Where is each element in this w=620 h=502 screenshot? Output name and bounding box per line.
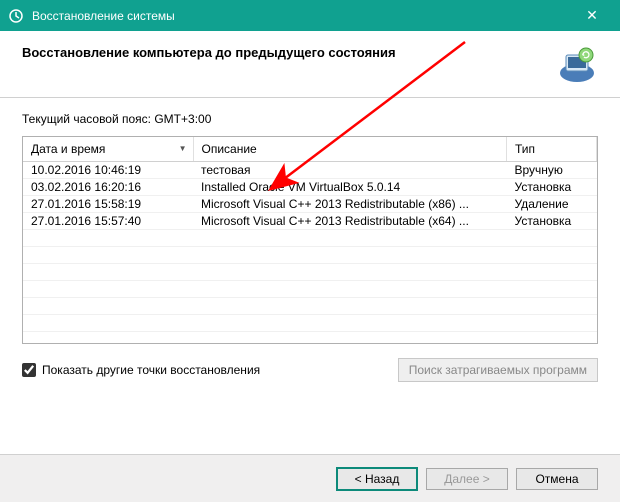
show-more-checkbox[interactable]: Показать другие точки восстановления xyxy=(22,363,398,377)
restore-icon xyxy=(8,8,24,24)
page-heading: Восстановление компьютера до предыдущего… xyxy=(22,45,548,60)
table-row xyxy=(23,298,597,315)
wizard-button-bar: < Назад Далее > Отмена xyxy=(0,454,620,502)
close-button[interactable]: ✕ xyxy=(572,0,612,31)
next-button[interactable]: Далее > xyxy=(426,468,508,490)
back-button[interactable]: < Назад xyxy=(336,467,418,491)
cell-type: Удаление xyxy=(507,196,597,213)
timezone-label: Текущий часовой пояс: GMT+3:00 xyxy=(22,112,598,126)
cell-date: 10.02.2016 10:46:19 xyxy=(23,162,193,179)
window-title: Восстановление системы xyxy=(32,9,572,23)
scan-affected-button[interactable]: Поиск затрагиваемых программ xyxy=(398,358,598,382)
col-header-type[interactable]: Тип xyxy=(507,137,597,162)
col-header-date[interactable]: Дата и время▼ xyxy=(23,137,193,162)
cell-date: 03.02.2016 16:20:16 xyxy=(23,179,193,196)
content-area: Текущий часовой пояс: GMT+3:00 Дата и вр… xyxy=(0,98,620,390)
cell-desc: тестовая xyxy=(193,162,507,179)
table-row[interactable]: 03.02.2016 16:20:16Installed Oracle VM V… xyxy=(23,179,597,196)
cell-desc: Microsoft Visual C++ 2013 Redistributabl… xyxy=(193,196,507,213)
show-more-checkbox-label: Показать другие точки восстановления xyxy=(42,363,260,377)
table-row xyxy=(23,264,597,281)
table-row xyxy=(23,315,597,332)
cell-desc: Microsoft Visual C++ 2013 Redistributabl… xyxy=(193,213,507,230)
cell-type: Вручную xyxy=(507,162,597,179)
cell-type: Установка xyxy=(507,179,597,196)
cell-date: 27.01.2016 15:58:19 xyxy=(23,196,193,213)
table-row[interactable]: 27.01.2016 15:58:19Microsoft Visual C++ … xyxy=(23,196,597,213)
cell-date: 27.01.2016 15:57:40 xyxy=(23,213,193,230)
cancel-button[interactable]: Отмена xyxy=(516,468,598,490)
system-restore-icon xyxy=(556,45,598,87)
table-row[interactable]: 10.02.2016 10:46:19тестоваяВручную xyxy=(23,162,597,179)
restore-points-table[interactable]: Дата и время▼ Описание Тип 10.02.2016 10… xyxy=(22,136,598,344)
table-row xyxy=(23,247,597,264)
table-row xyxy=(23,230,597,247)
table-row xyxy=(23,281,597,298)
wizard-header: Восстановление компьютера до предыдущего… xyxy=(0,31,620,98)
col-header-desc[interactable]: Описание xyxy=(193,137,507,162)
show-more-checkbox-input[interactable] xyxy=(22,363,36,377)
titlebar: Восстановление системы ✕ xyxy=(0,0,620,31)
cell-desc: Installed Oracle VM VirtualBox 5.0.14 xyxy=(193,179,507,196)
cell-type: Установка xyxy=(507,213,597,230)
sort-desc-icon: ▼ xyxy=(179,144,187,153)
table-row[interactable]: 27.01.2016 15:57:40Microsoft Visual C++ … xyxy=(23,213,597,230)
